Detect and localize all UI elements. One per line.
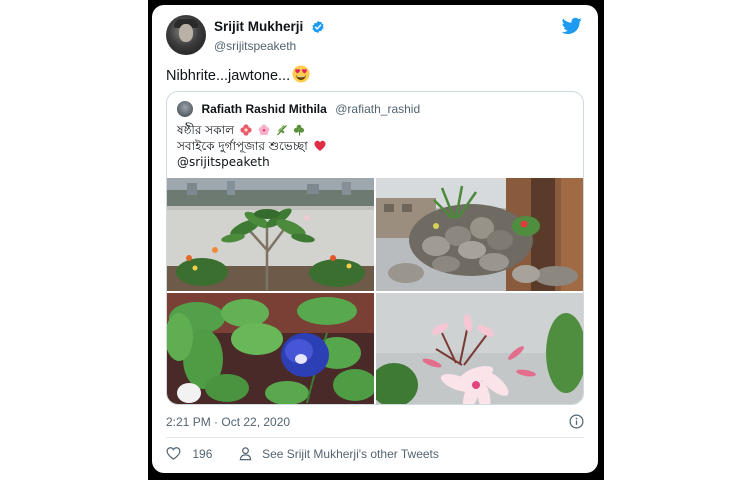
author-handle[interactable]: @srijitspeaketh <box>214 39 325 53</box>
person-icon <box>239 447 252 461</box>
quoted-tweet[interactable]: Rafiath Rashid Mithila @rafiath_rashid ষ… <box>166 91 584 405</box>
quoted-author-name[interactable]: Rafiath Rashid Mithila <box>201 102 326 116</box>
tweet-header: Srijit Mukherji @srijitspeaketh <box>166 15 584 59</box>
heart-icon <box>166 447 181 461</box>
photo-pink-flower-cluster[interactable] <box>376 293 583 404</box>
author-name-block: Srijit Mukherji @srijitspeaketh <box>214 18 325 53</box>
quoted-line-1: ষষ্ঠীর সকাল <box>177 122 326 138</box>
author-display-name[interactable]: Srijit Mukherji <box>214 19 303 34</box>
quoted-tweet-text: ষষ্ঠীর সকাল সবাইকে দুর্গাপূজার শুভেচ্ছা … <box>177 122 326 170</box>
info-icon[interactable] <box>569 414 584 429</box>
quoted-line-2-text: সবাইকে দুর্গাপূজার শুভেচ্ছা <box>177 139 308 153</box>
quoted-author-avatar[interactable] <box>177 100 193 117</box>
hibiscus-emoji-icon <box>240 124 252 136</box>
shamrock-emoji-icon <box>294 124 305 136</box>
quoted-tweet-header: Rafiath Rashid Mithila @rafiath_rashid <box>177 100 420 118</box>
tweet-text: Nibhrite...jawtone... <box>166 65 310 84</box>
photo-rock-garden[interactable] <box>376 178 583 291</box>
other-tweets-link[interactable]: See Srijit Mukherji's other Tweets <box>238 446 439 461</box>
photo-grid <box>167 178 583 404</box>
verified-badge-icon <box>312 20 324 33</box>
tweet-card[interactable]: Srijit Mukherji @srijitspeaketh Nibhrite… <box>152 5 598 473</box>
twitter-bird-icon[interactable] <box>562 17 582 35</box>
red-heart-emoji-icon <box>314 140 326 151</box>
author-avatar[interactable] <box>166 15 206 55</box>
quoted-line-2: সবাইকে দুর্গাপূজার শুভেচ্ছা <box>177 138 326 154</box>
other-tweets-label: See Srijit Mukherji's other Tweets <box>262 446 439 461</box>
photo-plumeria-balcony[interactable] <box>167 178 374 291</box>
photo-butterfly-pea-flower[interactable] <box>167 293 374 404</box>
like-button[interactable]: 196 <box>166 446 212 461</box>
quoted-line-1-text: ষষ্ঠীর সকাল <box>177 123 235 137</box>
cherry-blossom-emoji-icon <box>258 124 269 136</box>
quoted-author-handle[interactable]: @rafiath_rashid <box>335 102 420 116</box>
like-count: 196 <box>192 446 213 461</box>
tweet-timestamp[interactable]: 2:21 PM · Oct 22, 2020 <box>166 415 290 429</box>
herb-emoji-icon <box>276 125 287 136</box>
heart-eyes-emoji-icon <box>292 65 310 83</box>
quoted-mention[interactable]: @srijitspeaketh <box>177 154 326 170</box>
tweet-text-content: Nibhrite...jawtone... <box>166 68 291 84</box>
divider <box>166 437 584 438</box>
tweet-actions: 196 See Srijit Mukherji's other Tweets <box>166 446 439 464</box>
